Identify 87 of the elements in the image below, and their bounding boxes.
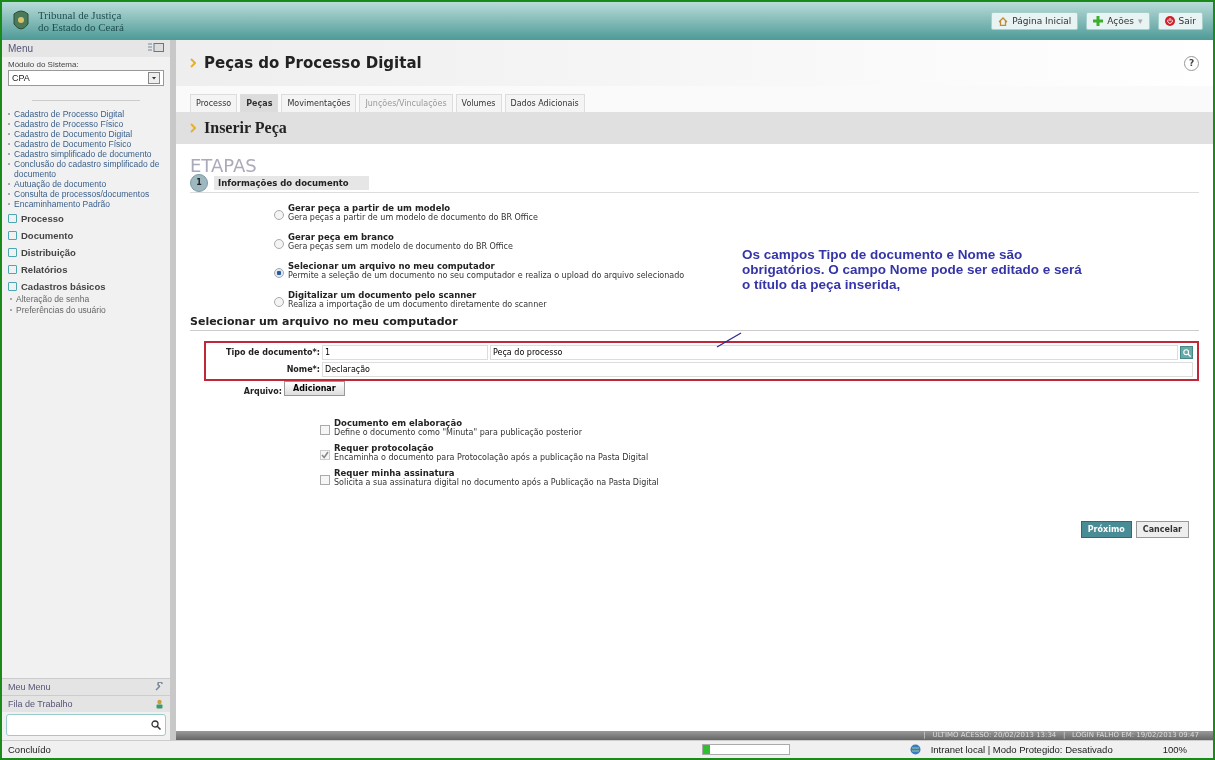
search-icon bbox=[151, 720, 161, 730]
field-label: Tipo de documento*: bbox=[225, 348, 320, 357]
menu-link[interactable]: Conclusão do cadastro simplificado de documento bbox=[2, 159, 170, 179]
option-title: Digitalizar um documento pelo scanner bbox=[288, 290, 477, 300]
globe-icon bbox=[909, 744, 921, 755]
option-description: Gera peças sem um modelo de documento do BR Office bbox=[288, 242, 513, 251]
radio-button[interactable] bbox=[274, 210, 284, 220]
square-icon bbox=[8, 231, 17, 240]
tab[interactable]: Peças bbox=[240, 94, 279, 112]
zone-text: Intranet local | Modo Protegido: Desativado bbox=[930, 744, 1113, 755]
menu-link[interactable]: Cadastro de Documento Digital bbox=[2, 129, 170, 139]
option-description: Define o documento como "Minuta" para publicação posterior bbox=[334, 428, 582, 437]
steps-heading: ETAPAS bbox=[190, 158, 258, 174]
menu-link[interactable]: Encaminhamento Padrão bbox=[2, 199, 170, 209]
chevron-icon bbox=[190, 58, 196, 68]
radio-button[interactable] bbox=[274, 268, 284, 278]
menu-title[interactable]: Menu bbox=[8, 43, 33, 54]
annotation-text: Os campos Tipo de documento e Nome são obrigatórios. O campo Nome pode ser editado e será o título da peça inserida, bbox=[742, 247, 1082, 292]
exit-button[interactable]: Sair bbox=[1157, 12, 1203, 30]
power-icon bbox=[1164, 16, 1175, 26]
step-number: 1 bbox=[190, 174, 208, 192]
menu-link[interactable]: Preferências do usuário bbox=[2, 305, 170, 316]
logo-text: Tribunal de Justiça bbox=[38, 9, 123, 21]
square-icon bbox=[8, 214, 17, 223]
menu-link[interactable]: Alteração de senha bbox=[2, 294, 170, 305]
menu-group[interactable]: Relatórios bbox=[21, 264, 68, 275]
step-label: Informações do documento bbox=[214, 176, 369, 190]
menu-group[interactable]: Cadastros básicos bbox=[21, 281, 106, 292]
home-button[interactable]: Página Inicial bbox=[991, 12, 1079, 30]
menu-link[interactable]: Cadastro de Documento Físico bbox=[2, 139, 170, 149]
radio-button[interactable] bbox=[274, 297, 284, 307]
option-description: Gera peças a partir de um modelo de documento do BR Office bbox=[288, 213, 538, 222]
plus-icon bbox=[1093, 16, 1104, 26]
menu-link[interactable]: Consulta de processos/documentos bbox=[2, 189, 170, 199]
option-title: Requer minha assinatura bbox=[334, 468, 455, 478]
checkbox[interactable] bbox=[320, 475, 330, 485]
option-title: Gerar peça em branco bbox=[288, 232, 395, 242]
menu-link[interactable]: Cadastro simplificado de documento bbox=[2, 149, 170, 159]
tab[interactable]: Dados Adicionais bbox=[504, 94, 585, 112]
option-title: Documento em elaboração bbox=[334, 418, 462, 428]
tab[interactable]: Movimentações bbox=[281, 94, 357, 112]
code-field[interactable]: 1 bbox=[322, 345, 488, 360]
cancel-button[interactable]: Cancelar bbox=[1135, 521, 1189, 538]
tab[interactable]: Volumes bbox=[455, 94, 502, 112]
option-description: Permite a seleção de um documento no seu computador e realiza o upload do arquivo selecionado bbox=[288, 271, 685, 280]
option-description: Realiza a importação de um documento diretamente do scanner bbox=[288, 300, 547, 309]
field-label: Nome*: bbox=[285, 365, 320, 374]
option-title: Requer protocolação bbox=[334, 443, 435, 453]
list-icon[interactable] bbox=[148, 43, 164, 52]
module-dropdown[interactable]: CPA bbox=[8, 70, 164, 86]
field-label: Módulo do Sistema: bbox=[7, 59, 80, 70]
chevron-icon bbox=[190, 123, 196, 133]
square-icon bbox=[8, 282, 17, 291]
square-icon bbox=[8, 265, 17, 274]
menu-group[interactable]: Processo bbox=[21, 213, 64, 224]
wrench-icon[interactable] bbox=[154, 682, 164, 692]
logo-text: do Estado do Ceará bbox=[38, 21, 124, 33]
menu-group[interactable]: Distribuição bbox=[21, 247, 76, 258]
house-icon bbox=[998, 16, 1009, 26]
zoom-level[interactable]: 100% bbox=[1162, 744, 1187, 755]
search-button[interactable] bbox=[1180, 346, 1193, 359]
checkbox[interactable] bbox=[320, 425, 330, 435]
field-label: Arquivo: bbox=[242, 387, 282, 396]
tab[interactable]: Processo bbox=[190, 94, 238, 112]
menu-link[interactable]: Autuação de documento bbox=[2, 179, 170, 189]
page-title: Peças do Processo Digital bbox=[204, 54, 422, 72]
add-button[interactable]: Adicionar bbox=[284, 381, 345, 396]
status-text: Concluído bbox=[8, 744, 51, 755]
menu-link[interactable]: Cadastro de Processo Físico bbox=[2, 119, 170, 129]
option-title: Gerar peça a partir de um modelo bbox=[288, 203, 451, 213]
name-field[interactable]: Declaração bbox=[322, 362, 1193, 377]
option-description: Solicita a sua assinatura digital no documento após a Publicação na Pasta Digital bbox=[334, 478, 659, 487]
option-title: Selecionar um arquivo no meu computador bbox=[288, 261, 495, 271]
next-button[interactable]: Próximo bbox=[1080, 521, 1132, 538]
menu-link[interactable]: Cadastro de Processo Digital bbox=[2, 109, 170, 119]
option-description: Encaminha o documento para Protocolação após a publicação na Pasta Digital bbox=[334, 453, 649, 462]
person-icon[interactable] bbox=[155, 699, 164, 709]
panel-link[interactable]: Meu Menu bbox=[8, 682, 51, 692]
section-heading: Selecionar um arquivo no meu computador bbox=[190, 315, 1199, 331]
search-field[interactable] bbox=[6, 714, 166, 736]
actions-button[interactable]: Ações ▾ bbox=[1086, 12, 1150, 30]
square-icon bbox=[8, 248, 17, 257]
menu-group[interactable]: Documento bbox=[21, 230, 74, 241]
type-field[interactable]: Peça do processo bbox=[490, 345, 1178, 360]
section-title: Inserir Peça bbox=[204, 119, 287, 137]
leader-line bbox=[716, 332, 742, 348]
radio-button[interactable] bbox=[274, 239, 284, 249]
